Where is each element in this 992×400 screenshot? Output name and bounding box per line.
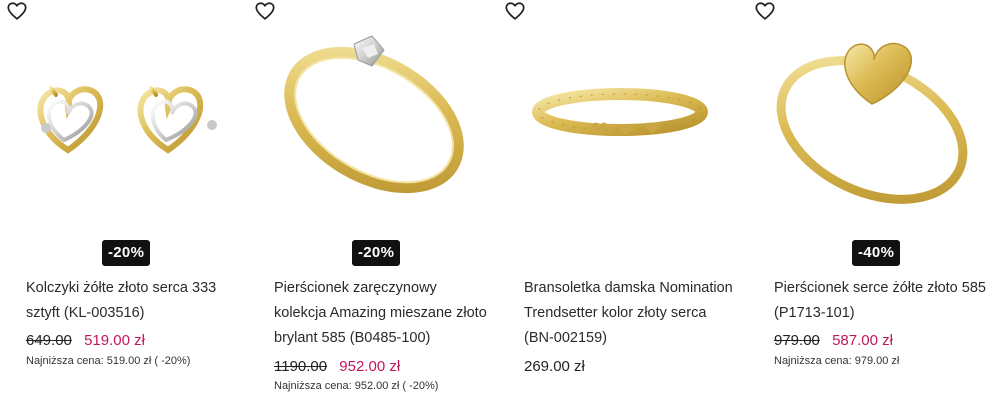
- sale-price: 519.00 zł: [84, 332, 145, 349]
- product-name[interactable]: Kolczyki żółte złoto serca 333 sztyft (K…: [26, 276, 236, 326]
- price-row: 649.00 519.00 zł: [26, 332, 145, 349]
- product-card[interactable]: -40% Pierścionek serce żółte złoto 585 (…: [754, 0, 992, 400]
- product-grid: -20% Kolczyki żółte złoto serca 333 szty…: [0, 0, 992, 400]
- heart-outline-icon[interactable]: [504, 0, 526, 22]
- lowest-price: Najniższa cena: 519.00 zł ( -20%): [26, 355, 191, 367]
- price: 269.00 zł: [524, 358, 585, 375]
- product-card[interactable]: Bransoletka damska Nomination Trendsette…: [504, 0, 742, 400]
- old-price: 979.00: [774, 332, 820, 349]
- product-name[interactable]: Pierścionek zaręczynowy kolekcja Amazing…: [274, 276, 492, 351]
- product-image-heart-ring[interactable]: [754, 0, 992, 228]
- discount-badge: -20%: [102, 240, 151, 266]
- discount-badge: -20%: [352, 240, 401, 266]
- product-name[interactable]: Pierścionek serce żółte złoto 585 (P1713…: [774, 276, 992, 326]
- discount-badge: -40%: [852, 240, 901, 266]
- price-row: 1190.00 952.00 zł: [274, 358, 400, 375]
- lowest-price: Najniższa cena: 979.00 zł: [774, 355, 900, 367]
- product-card[interactable]: -20% Pierścionek zaręczynowy kolekcja Am…: [254, 0, 492, 400]
- product-name[interactable]: Bransoletka damska Nomination Trendsette…: [524, 276, 738, 351]
- product-image-ring[interactable]: [254, 0, 492, 228]
- price-row: 979.00 587.00 zł: [774, 332, 893, 349]
- sale-price: 952.00 zł: [339, 358, 401, 375]
- product-image-earrings[interactable]: [6, 0, 244, 228]
- price-row: 269.00 zł: [524, 358, 585, 375]
- old-price: 649.00: [26, 332, 72, 349]
- old-price: 1190.00: [274, 358, 328, 375]
- product-image-bracelet[interactable]: [504, 0, 742, 228]
- sale-price: 587.00 zł: [832, 332, 893, 349]
- heart-outline-icon[interactable]: [6, 0, 28, 22]
- heart-outline-icon[interactable]: [254, 0, 276, 22]
- lowest-price: Najniższa cena: 952.00 zł ( -20%): [274, 380, 439, 392]
- heart-outline-icon[interactable]: [754, 0, 776, 22]
- product-card[interactable]: -20% Kolczyki żółte złoto serca 333 szty…: [6, 0, 244, 400]
